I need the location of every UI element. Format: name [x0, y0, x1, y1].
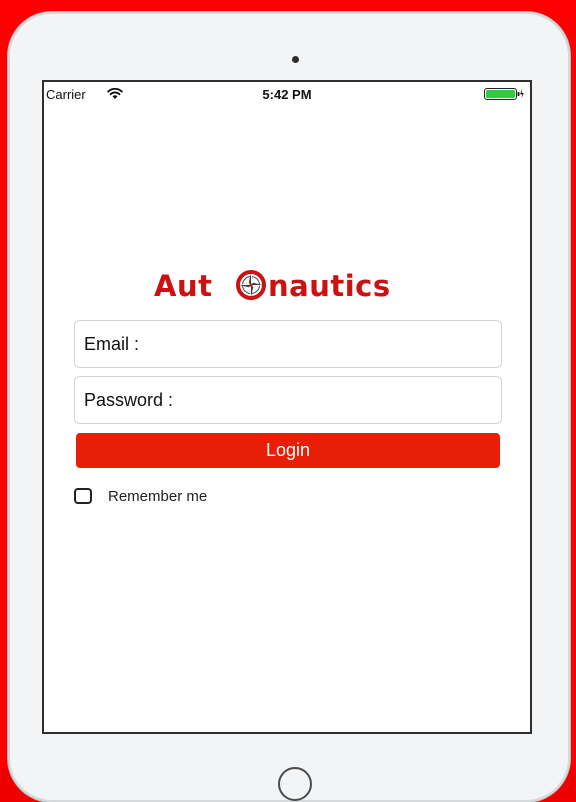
remember-me-label: Remember me [108, 487, 208, 505]
battery-icon [484, 88, 524, 100]
front-camera [292, 56, 299, 63]
remember-me-row[interactable]: Remember me [74, 486, 207, 506]
email-label: Email : [84, 333, 140, 354]
autonautics-logo: Aut nautics [154, 269, 391, 303]
password-field[interactable]: Password : [74, 376, 502, 424]
email-field[interactable]: Email : [74, 320, 502, 368]
status-bar: Carrier 5:42 PM [44, 82, 530, 106]
password-input[interactable] [179, 376, 501, 424]
password-label: Password : [84, 389, 174, 410]
email-input[interactable] [145, 320, 501, 368]
logo-text-end: nautics [268, 269, 391, 303]
app-screen: Carrier 5:42 PM Aut nautics Email : Pass… [42, 80, 532, 734]
login-button[interactable]: Login [76, 433, 500, 468]
remember-me-checkbox[interactable] [74, 488, 92, 504]
home-button[interactable] [278, 767, 312, 801]
compass-icon [236, 270, 266, 300]
logo-text-start: Aut [154, 269, 212, 303]
status-time: 5:42 PM [262, 87, 312, 102]
